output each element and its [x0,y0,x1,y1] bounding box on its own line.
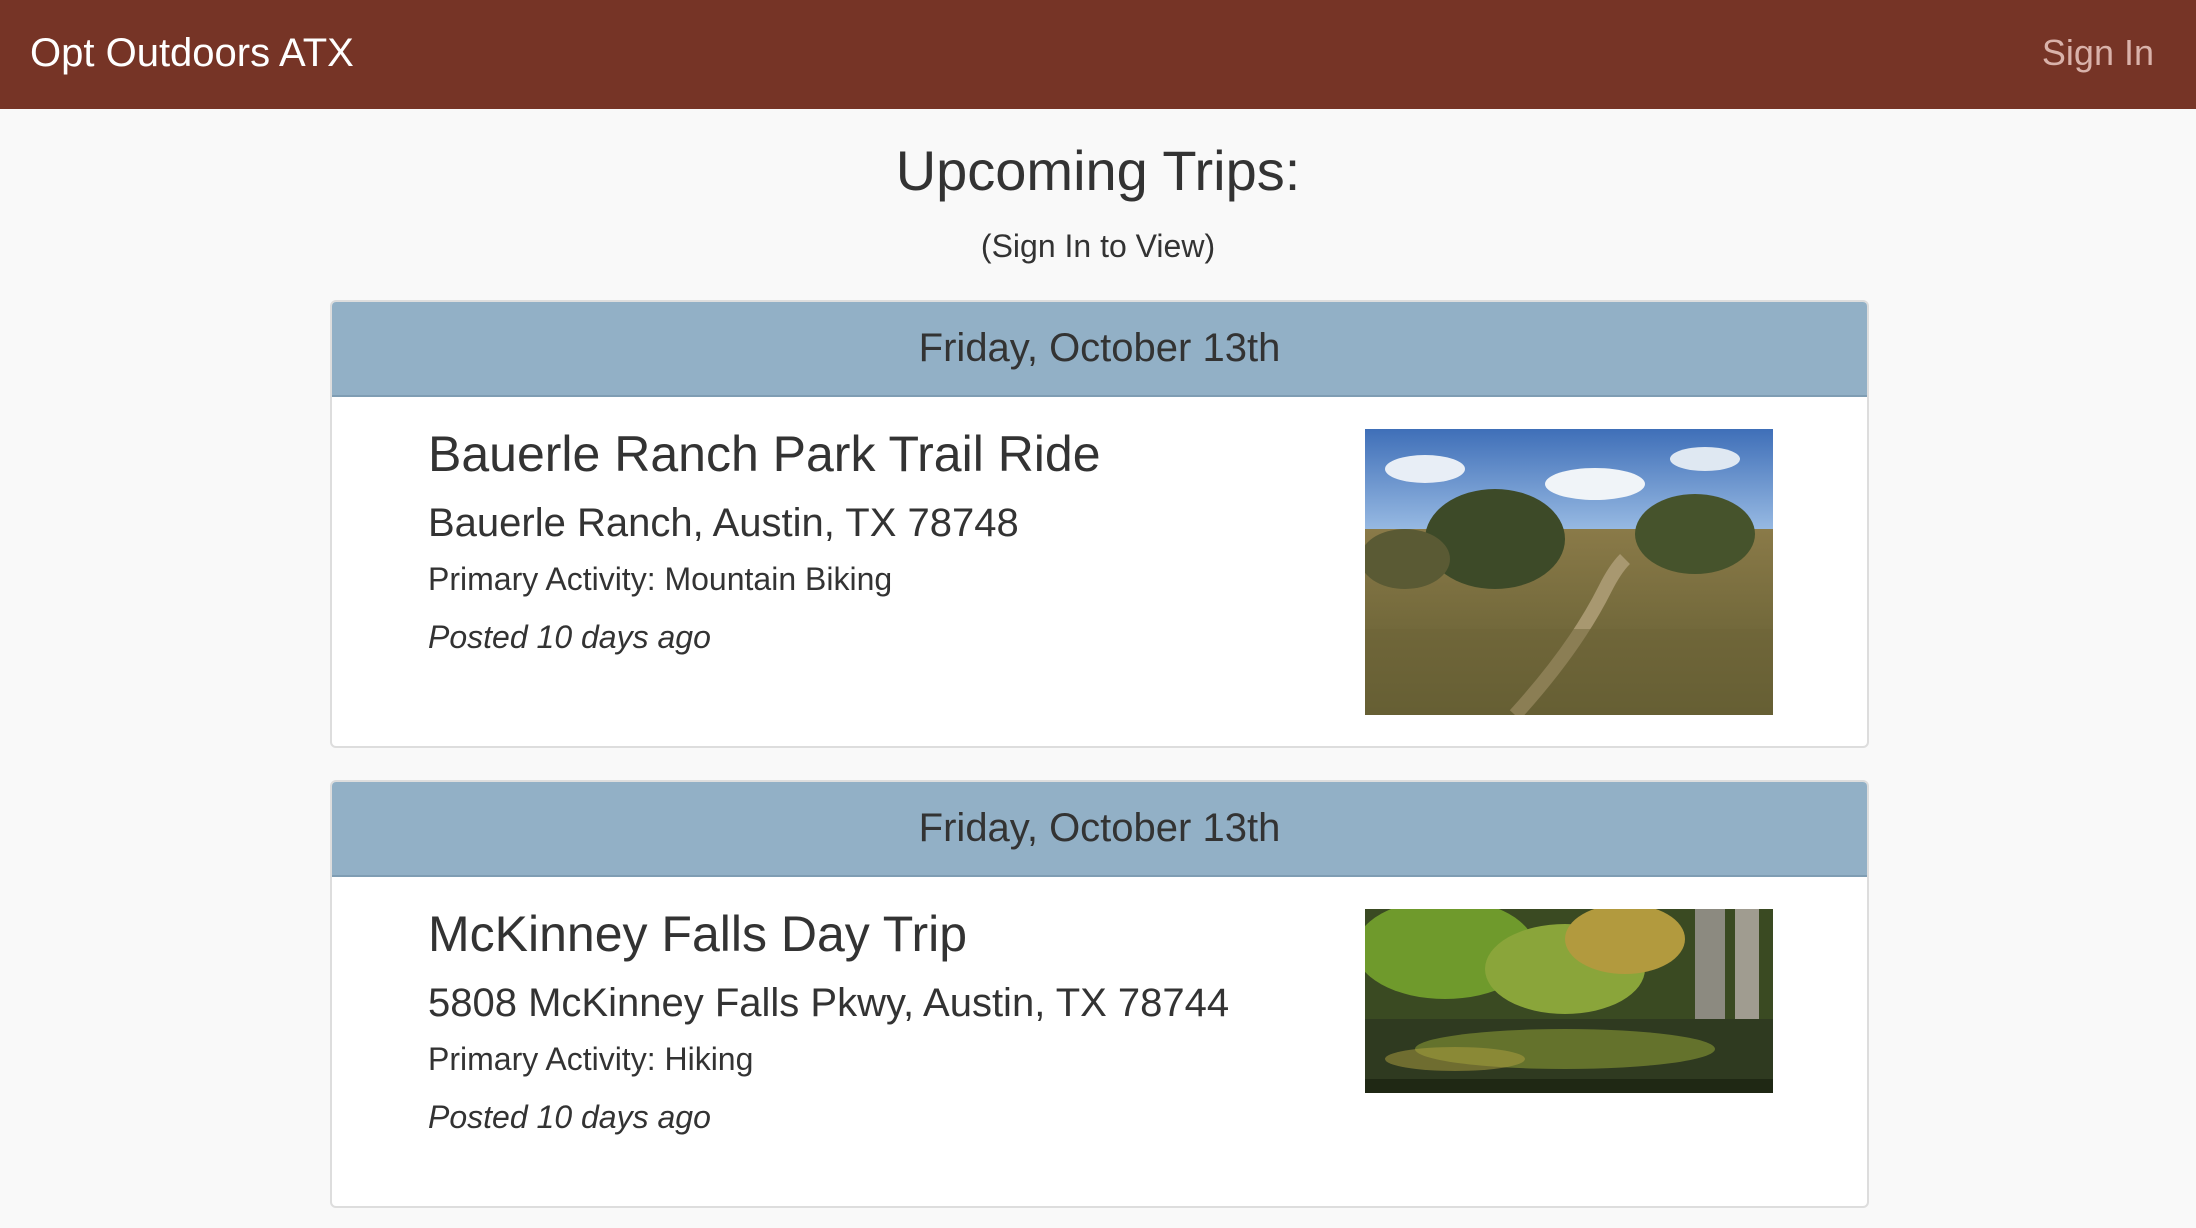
trip-posted-time: Posted 10 days ago [428,1099,711,1135]
creek-photo [1365,909,1773,1093]
trip-posted-time: Posted 10 days ago [428,619,711,655]
trip-date-heading: Friday, October 13th [332,782,1867,877]
trip-address: 5808 McKinney Falls Pkwy, Austin, TX 787… [428,981,1230,1025]
page-subtitle: (Sign In to View) [980,228,1216,264]
trip-card-body: McKinney Falls Day Trip 5808 McKinney Fa… [332,877,1867,1206]
trip-activity: Primary Activity: Hiking [428,1041,754,1077]
trip-name[interactable]: McKinney Falls Day Trip [428,905,967,963]
trip-name[interactable]: Bauerle Ranch Park Trail Ride [428,425,1101,483]
trip-activity: Primary Activity: Mountain Biking [428,561,893,597]
top-navbar: Opt Outdoors ATX Sign In [0,0,2196,109]
trip-card: Friday, October 13th Bauerle Ranch Park … [330,300,1869,748]
trip-card-body: Bauerle Ranch Park Trail Ride Bauerle Ra… [332,397,1867,746]
trip-card: Friday, October 13th McKinney Falls Day … [330,780,1869,1208]
trip-date-heading: Friday, October 13th [332,302,1867,397]
trip-address: Bauerle Ranch, Austin, TX 78748 [428,501,1019,545]
page-title: Upcoming Trips: [895,139,1301,202]
sign-in-link[interactable]: Sign In [2042,0,2154,109]
trail-photo [1365,429,1773,715]
brand-link[interactable]: Opt Outdoors ATX [30,0,354,109]
